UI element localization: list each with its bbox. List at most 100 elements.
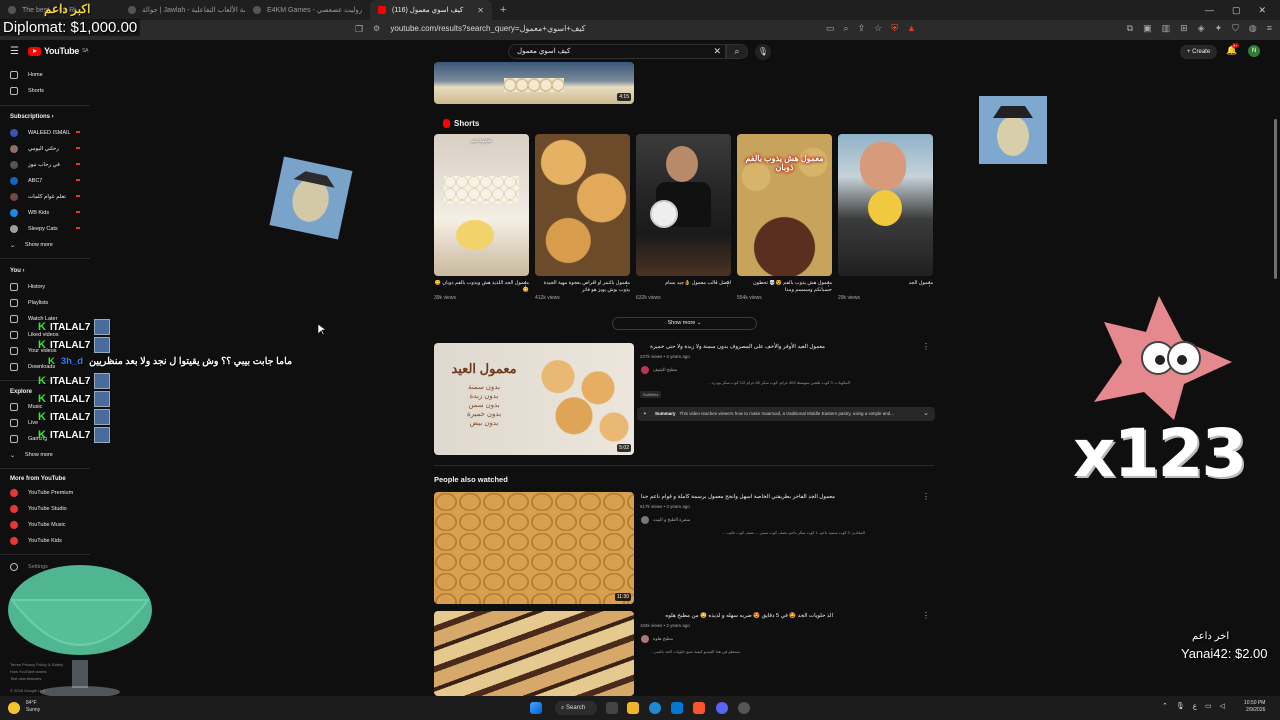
minimize-icon[interactable]: — [1205, 5, 1214, 16]
bookmark-icon[interactable]: ❐ [350, 24, 368, 35]
close-tab-icon[interactable]: ✕ [477, 6, 484, 15]
more-options-icon[interactable]: ⋮ [724, 280, 731, 288]
cast-icon[interactable]: ▭ [826, 23, 835, 34]
more-options-icon[interactable]: ⋮ [926, 280, 933, 288]
short-card[interactable]: معمول بالتمر او اقراص بعجوة مهية الجيدة … [535, 134, 630, 301]
chevron-down-icon[interactable]: ⌄ [923, 407, 929, 421]
site-info-icon[interactable]: ⚙ [373, 24, 380, 33]
subscriptions-heading[interactable]: Subscriptions › [10, 114, 54, 120]
more-options-icon[interactable]: ⋮ [522, 280, 529, 288]
sidebar-item-history[interactable]: History [0, 280, 90, 294]
rewards-icon[interactable]: ▲ [907, 23, 916, 34]
short-title[interactable]: معمول الجد [838, 280, 933, 294]
short-title[interactable]: معمول بالتمر او اقراص بعجوة مهية الجيدة … [535, 280, 630, 294]
sidebar-show-more[interactable]: ⌄ Show more [0, 448, 90, 462]
brave-browser-icon[interactable] [693, 702, 705, 714]
page-scrollbar[interactable] [1273, 64, 1278, 696]
sidebar-subscription[interactable]: WALEED ISMAIL [0, 126, 90, 140]
sidebar-item-playlists[interactable]: Playlists [0, 296, 90, 310]
video-thumbnail[interactable]: 4:15 [434, 62, 634, 104]
create-button[interactable]: + Create [1180, 45, 1218, 59]
weather-widget[interactable]: 84°F Sunny [26, 700, 40, 714]
vpn-icon[interactable]: ◈ [1198, 23, 1205, 34]
clock[interactable]: 10:50 PM 2/9/2026 [1244, 700, 1265, 714]
short-title[interactable]: معمول الجد اللذيذ هش ويذوب بالفم ذوبان 😋… [434, 280, 529, 294]
youtube-logo[interactable]: YouTube SA [28, 46, 88, 56]
more-options-icon[interactable]: ⋮ [922, 611, 930, 620]
hamburger-menu-icon[interactable]: ☰ [10, 46, 19, 57]
short-thumbnail[interactable] [838, 134, 933, 276]
shield-icon[interactable]: ⛉ [1232, 23, 1239, 34]
task-view-icon[interactable] [606, 702, 618, 714]
url-field[interactable]: ⚙ youtube.com/results?search_query=كيف+ا… [373, 24, 585, 33]
obs-icon[interactable] [738, 702, 750, 714]
short-title[interactable]: افضل قالب معمول 👌جيد بسام [636, 280, 731, 294]
sidebar-icon[interactable]: ▥ [1162, 23, 1171, 34]
tray-overflow-icon[interactable]: ⌃ [1162, 702, 1168, 710]
search-button[interactable]: ⌕ [726, 44, 748, 59]
short-card[interactable]: افضل قالب معمول 👌جيد بسام 632k views ⋮ [636, 134, 731, 301]
shorts-show-more-button[interactable]: Show more ⌄ [612, 317, 757, 330]
store-icon[interactable] [671, 702, 683, 714]
short-thumbnail[interactable]: عشوة ثمر [434, 134, 529, 276]
brave-shield-icon[interactable]: ⛨ [891, 23, 898, 34]
browser-tab-active[interactable]: (116) كيف اسوي معمول - YouTube ✕ [370, 0, 492, 20]
sidebar-item-premium[interactable]: YouTube Premium [0, 486, 90, 500]
more-options-icon[interactable]: ⋮ [825, 280, 832, 288]
video-thumbnail[interactable]: معمول العيد بدون سمنة بدون زبدة بدون سمن… [434, 343, 634, 455]
browser-tab[interactable]: جوالة | Jawlah - منصة الألعاب التفاعلية [120, 0, 245, 20]
sidebar-item-studio[interactable]: YouTube Studio [0, 502, 90, 516]
video-thumbnail[interactable]: 11:30 [434, 492, 634, 604]
short-thumbnail[interactable]: معمول هش يذوب بالفم ذوبان [737, 134, 832, 276]
sidebar-item-home[interactable]: Home [0, 68, 90, 82]
short-thumbnail[interactable] [535, 134, 630, 276]
short-card[interactable]: عشوة ثمر معمول الجد اللذيذ هش ويذوب بالف… [434, 134, 529, 301]
leo-icon[interactable]: ✦ [1215, 23, 1223, 34]
sidebar-subscription[interactable]: تعلم غوام كلمات [0, 190, 90, 204]
sidebar-subscription[interactable]: WB Kids [0, 206, 90, 220]
voice-search-button[interactable]: 🎙 [755, 44, 771, 60]
sidebar-subscription[interactable]: Sleepy Cats [0, 222, 90, 236]
wifi-icon[interactable]: ▭ [1205, 702, 1212, 710]
mic-tray-icon[interactable]: 🎙 [1176, 702, 1185, 710]
taskbar-search-button[interactable]: ⌕ Search [555, 701, 597, 715]
video-title[interactable]: معمول الجد الفاخر بطريقتي الخاصة اسهل وا… [635, 494, 835, 500]
tabs-icon[interactable]: ⊞ [1180, 23, 1188, 34]
more-options-icon[interactable]: ⋮ [922, 342, 930, 351]
menu-icon[interactable]: ≡ [1267, 23, 1272, 34]
account-avatar[interactable]: N [1248, 45, 1260, 57]
ai-summary-panel[interactable]: ✦ Summary This video teaches viewers how … [637, 407, 935, 421]
video-thumbnail[interactable] [434, 611, 634, 696]
profile-icon[interactable]: ◍ [1249, 23, 1257, 34]
sidebar-subscription[interactable]: ABC7 [0, 174, 90, 188]
sidebar-subscription[interactable]: رحلتي اليومي [0, 142, 90, 156]
clear-search-icon[interactable]: ✕ [713, 46, 721, 57]
maximize-icon[interactable]: ▢ [1232, 5, 1241, 16]
bookmark-star-icon[interactable]: ☆ [874, 23, 882, 34]
scrollbar-thumb[interactable] [1274, 119, 1277, 279]
wallet-icon[interactable]: ▣ [1143, 23, 1152, 34]
extensions-icon[interactable]: ⧉ [1127, 23, 1133, 34]
sidebar-item-music-app[interactable]: YouTube Music [0, 518, 90, 532]
close-window-icon[interactable]: ✕ [1258, 5, 1266, 16]
edge-icon[interactable] [649, 702, 661, 714]
video-title[interactable]: معمول العيد الأوفر والأخف على المصروف بد… [625, 344, 825, 350]
windows-start-icon[interactable] [530, 702, 542, 714]
browser-tab[interactable]: E4KM Games - روليت عصعصي [245, 0, 370, 20]
sidebar-item-shorts[interactable]: Shorts [0, 84, 90, 98]
channel-avatar[interactable] [641, 516, 649, 524]
channel-avatar[interactable] [641, 366, 649, 374]
you-heading[interactable]: You › [10, 268, 25, 274]
weather-icon[interactable] [8, 702, 20, 714]
share-icon[interactable]: ⇪ [858, 23, 866, 34]
channel-name[interactable]: مطبخ الشيف [653, 367, 677, 373]
channel-avatar[interactable] [641, 635, 649, 643]
channel-name[interactable]: مطبخ هلوه [653, 636, 673, 642]
short-card[interactable]: معمول هش يذوب بالفم ذوبان معمول هش يذوب … [737, 134, 832, 301]
language-indicator[interactable]: ع [1193, 702, 1197, 710]
channel-name[interactable]: سفرة الطبخ و البيت [653, 517, 690, 523]
sidebar-show-more[interactable]: ⌄ Show more [0, 238, 90, 252]
short-title[interactable]: معمول هش يذوب بالفم 😍💀 تحطون حسبانكم وسم… [737, 280, 832, 294]
sidebar-item-kids[interactable]: YouTube Kids [0, 534, 90, 548]
search-input[interactable]: كيف اسوي معمول ✕ [508, 44, 726, 59]
